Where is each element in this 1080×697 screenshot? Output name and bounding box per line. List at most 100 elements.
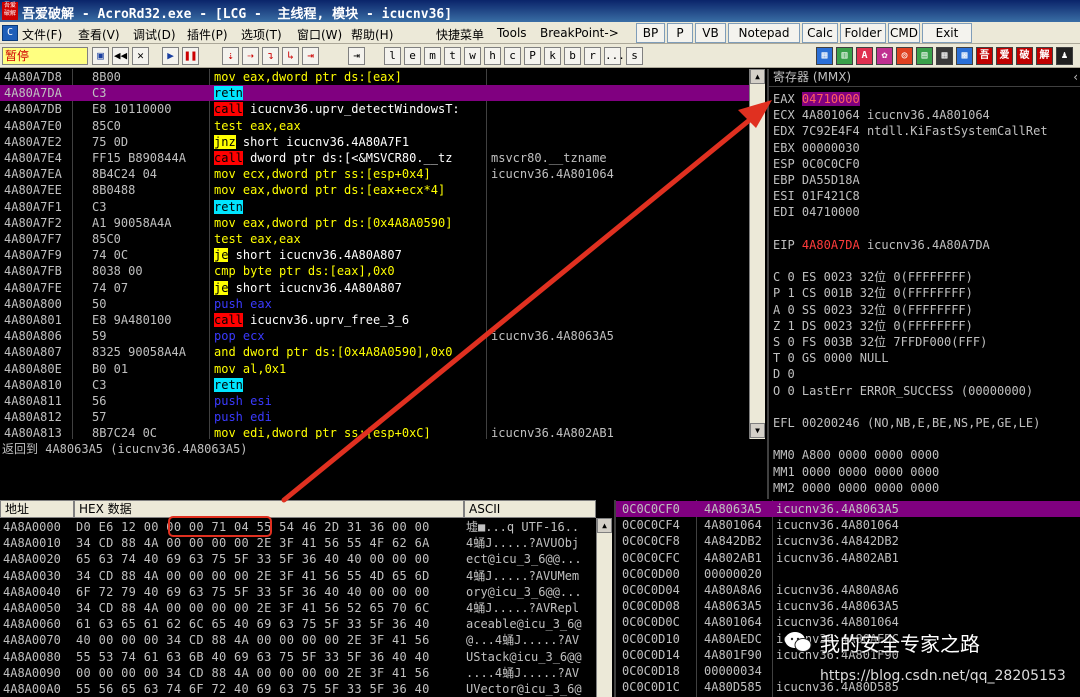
wu-icon[interactable]: 吾: [976, 47, 993, 65]
dump-row[interactable]: 4A8A0020 65 63 74 40 69 63 75 5F 33 5F 36…: [0, 551, 596, 567]
disasm-row[interactable]: 4A80A800 50 push eax: [0, 296, 749, 312]
disasm-row[interactable]: 4A80A807 8325 90058A4A and dword ptr ds:[0…: [0, 344, 749, 360]
stack-row[interactable]: 0C0C0CFC 4A802AB1 icucnv36.4A802AB1: [616, 550, 1080, 566]
dump-header-hex[interactable]: HEX 数据: [74, 500, 464, 518]
ninja-icon[interactable]: ♟: [1056, 47, 1073, 65]
grid-icon[interactable]: ▥: [836, 47, 853, 65]
menu-file[interactable]: 文件(F): [22, 26, 62, 43]
menu-help[interactable]: 帮助(H): [351, 26, 393, 43]
trace-over-icon[interactable]: ↳: [282, 47, 299, 65]
ai-icon[interactable]: 爱: [996, 47, 1013, 65]
menu-debug[interactable]: 调试(D): [133, 26, 176, 43]
tb-l-button[interactable]: l: [384, 47, 401, 65]
disasm-row[interactable]: 4A80A801 E8 9A480100 call icucnv36.uprv_fr…: [0, 312, 749, 328]
plugin-icon[interactable]: ▩: [956, 47, 973, 65]
dump-pane[interactable]: 地址 HEX 数据 ASCII 4A8A0000 D0 E6 12 00 00 0…: [0, 500, 612, 697]
cmd-button[interactable]: CMD: [888, 23, 920, 43]
disasm-row[interactable]: 4A80A7D8 8B00 mov eax,dword ptr ds:[eax]: [0, 69, 749, 85]
tb-w-button[interactable]: w: [464, 47, 481, 65]
disassembly-pane[interactable]: 4A80A7D8 8B00 mov eax,dword ptr ds:[eax] 4A…: [0, 69, 766, 439]
trace-into-icon[interactable]: ↴: [262, 47, 279, 65]
dump-row[interactable]: 4A8A0060 61 63 65 61 62 6C 65 40 69 63 75…: [0, 616, 596, 632]
register-line[interactable]: ESI 01F421C8: [773, 188, 867, 204]
disasm-row[interactable]: 4A80A7EE 8B0488 mov eax,dword ptr ds:[eax+…: [0, 182, 749, 198]
scroll-down-icon[interactable]: ▼: [750, 423, 765, 438]
run-icon[interactable]: ▶: [162, 47, 179, 65]
disasm-row[interactable]: 4A80A7FE 74 07 je short icucnv36.4A80A807: [0, 280, 749, 296]
dump-header-ascii[interactable]: ASCII: [464, 500, 596, 518]
menu-breakpoint[interactable]: BreakPoint->: [540, 26, 619, 40]
folder-button[interactable]: Folder: [840, 23, 886, 43]
disasm-row[interactable]: 4A80A7DA C3 retn: [0, 85, 749, 102]
tb-c-button[interactable]: c: [504, 47, 521, 65]
disasm-row[interactable]: 4A80A806 59 pop ecx icucnv36.4A8063A5: [0, 328, 749, 344]
register-header[interactable]: 寄存器 (MMX) ‹: [769, 69, 1080, 87]
disasm-row[interactable]: 4A80A7DB E8 10110000 call icucnv36.uprv_de…: [0, 101, 749, 117]
dump-row[interactable]: 4A8A0070 40 00 00 00 34 CD 88 4A 00 00 00…: [0, 632, 596, 648]
register-line[interactable]: EDI 04710000: [773, 204, 867, 220]
app-icon[interactable]: 吾爱破解: [2, 2, 18, 20]
stack-row[interactable]: 0C0C0D04 4A80A8A6 icucnv36.4A80A8A6: [616, 582, 1080, 598]
bug-icon[interactable]: ✿: [876, 47, 893, 65]
register-line[interactable]: D 0: [773, 366, 809, 382]
stack-row[interactable]: 0C0C0D08 4A8063A5 icucnv36.4A8063A5: [616, 598, 1080, 614]
calc-button[interactable]: Calc: [802, 23, 838, 43]
tb-h-button[interactable]: h: [484, 47, 501, 65]
dump-scrollbar[interactable]: ▲: [596, 518, 612, 697]
stack-row[interactable]: 0C0C0CF4 4A801064 icucnv36.4A801064: [616, 517, 1080, 533]
register-line[interactable]: S 0 FS 003B 32位 7FFDF000(FFF): [773, 334, 987, 350]
dump-scroll-up-icon[interactable]: ▲: [597, 518, 612, 533]
register-line[interactable]: P 1 CS 001B 32位 0(FFFFFFFF): [773, 285, 973, 301]
register-line[interactable]: EFL 00200246 (NO,NB,E,BE,NS,PE,GE,LE): [773, 415, 1040, 431]
tb-more-button[interactable]: ...: [604, 47, 625, 65]
menu-window[interactable]: 窗口(W): [297, 26, 342, 43]
disasm-row[interactable]: 4A80A7E2 75 0D jnz short icucnv36.4A80A7F1: [0, 134, 749, 150]
a-icon[interactable]: A: [856, 47, 873, 65]
disasm-row[interactable]: 4A80A810 C3 retn: [0, 377, 749, 393]
execute-till-return-icon[interactable]: ⇥: [302, 47, 319, 65]
register-line[interactable]: ESP 0C0C0CF0: [773, 156, 867, 172]
stack-row[interactable]: 0C0C0D00 00000020: [616, 566, 1080, 582]
dump-row[interactable]: 4A8A0030 34 CD 88 4A 00 00 00 00 2E 3F 41…: [0, 568, 596, 584]
pause-icon[interactable]: ❚❚: [182, 47, 199, 65]
jie-icon[interactable]: 解: [1036, 47, 1053, 65]
notepad-button[interactable]: Notepad: [728, 23, 800, 43]
register-line[interactable]: EIP 4A80A7DA icucnv36.4A80A7DA: [773, 237, 990, 253]
stack-row[interactable]: 0C0C0CF8 4A842DB2 icucnv36.4A842DB2: [616, 533, 1080, 549]
disasm-row[interactable]: 4A80A7FB 8038 00 cmp byte ptr ds:[eax],0x0: [0, 263, 749, 279]
register-line[interactable]: A 0 SS 0023 32位 0(FFFFFFFF): [773, 302, 973, 318]
disasm-row[interactable]: 4A80A7E0 85C0 test eax,eax: [0, 118, 749, 134]
step-over-icon[interactable]: ⇢: [242, 47, 259, 65]
dump-header-address[interactable]: 地址: [0, 500, 74, 518]
register-line[interactable]: MM3 8000 0000 0000 0000: [773, 496, 939, 499]
disasm-row[interactable]: 4A80A7E4 FF15 B890844A call dword ptr ds:[…: [0, 150, 749, 166]
open-icon[interactable]: ▣: [92, 47, 109, 65]
vb-button[interactable]: VB: [695, 23, 726, 43]
disasm-row[interactable]: 4A80A7F1 C3 retn: [0, 199, 749, 215]
system-menu-icon[interactable]: C: [2, 25, 18, 41]
po-icon[interactable]: 破: [1016, 47, 1033, 65]
register-line[interactable]: EDX 7C92E4F4 ntdll.KiFastSystemCallRet: [773, 123, 1048, 139]
tb-s-button[interactable]: s: [626, 47, 643, 65]
tb-b-button[interactable]: b: [564, 47, 581, 65]
register-line[interactable]: EAX 04710000: [773, 91, 867, 107]
goto-icon[interactable]: ⇥: [348, 47, 365, 65]
dump-row[interactable]: 4A8A0000 D0 E6 12 00 00 00 71 04 55 54 46…: [0, 519, 596, 535]
close-icon[interactable]: ✕: [132, 47, 149, 65]
menu-tools[interactable]: Tools: [497, 26, 527, 40]
register-line[interactable]: T 0 GS 0000 NULL: [773, 350, 889, 366]
tb-r-button[interactable]: r: [584, 47, 601, 65]
exit-button[interactable]: Exit: [922, 23, 972, 43]
register-line[interactable]: ECX 4A801064 icucnv36.4A801064: [773, 107, 990, 123]
dump-row[interactable]: 4A8A0050 34 CD 88 4A 00 00 00 00 2E 3F 41…: [0, 600, 596, 616]
stack-row[interactable]: 0C0C0CF0 4A8063A5 icucnv36.4A8063A5: [616, 501, 1080, 517]
dump-row[interactable]: 4A8A0080 55 53 74 61 63 6B 40 69 63 75 5F…: [0, 649, 596, 665]
target-icon[interactable]: ◎: [896, 47, 913, 65]
disasm-row[interactable]: 4A80A7F2 A1 90058A4A mov eax,dword ptr ds:…: [0, 215, 749, 231]
bars-icon[interactable]: ▤: [916, 47, 933, 65]
register-line[interactable]: Z 1 DS 0023 32位 0(FFFFFFFF): [773, 318, 973, 334]
tb-e-button[interactable]: e: [404, 47, 421, 65]
register-line[interactable]: O 0 LastErr ERROR_SUCCESS (00000000): [773, 383, 1033, 399]
tb-k-button[interactable]: k: [544, 47, 561, 65]
register-line[interactable]: MM1 0000 0000 0000 0000: [773, 464, 939, 480]
